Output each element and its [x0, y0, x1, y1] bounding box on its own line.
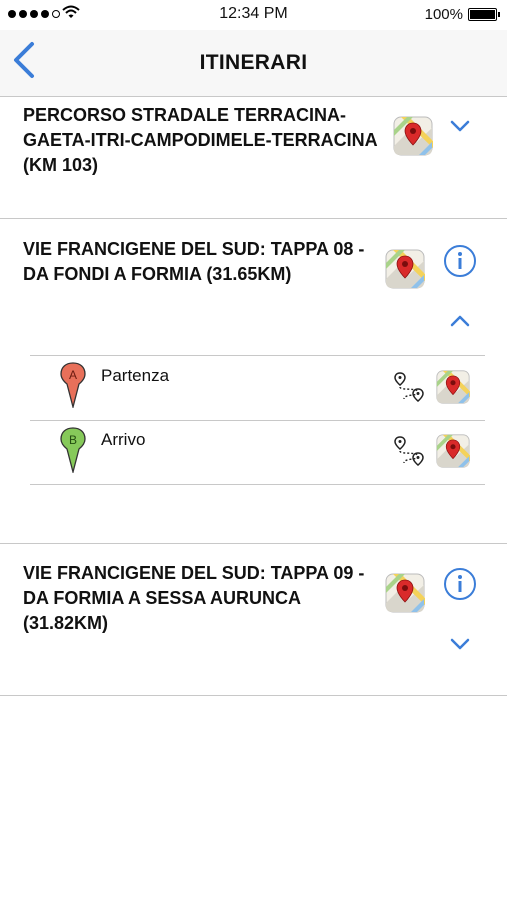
marker-b-icon: B: [60, 427, 86, 473]
stop-row-start[interactable]: A Partenza: [30, 356, 485, 421]
marker-a-icon: A: [60, 362, 86, 408]
map-icon[interactable]: [385, 573, 425, 613]
map-icon[interactable]: [385, 249, 425, 289]
stop-label: Arrivo: [101, 430, 146, 449]
svg-text:A: A: [69, 368, 77, 382]
stop-label: Partenza: [101, 366, 170, 385]
map-icon[interactable]: [436, 434, 470, 468]
route-icon[interactable]: [394, 370, 424, 402]
itinerary-title: VIE FRANCIGENE DEL SUD: TAPPA 08 - DA FO…: [23, 239, 365, 284]
stop-row-end[interactable]: B Arrivo: [30, 421, 485, 485]
itinerary-title: PERCORSO STRADALE TERRACINA-GAETA-ITRI-C…: [23, 105, 377, 175]
map-icon[interactable]: [393, 116, 433, 156]
page-title: ITINERARI: [199, 51, 308, 74]
chevron-up-icon[interactable]: [450, 314, 470, 328]
status-bar: 12:34 PM 100%: [0, 0, 507, 30]
navigation-bar: ITINERARI: [0, 30, 507, 97]
chevron-down-icon[interactable]: [450, 119, 470, 133]
battery-icon: [468, 8, 500, 21]
svg-text:B: B: [69, 433, 77, 447]
itinerary-item[interactable]: VIE FRANCIGENE DEL SUD: TAPPA 09 - DA FO…: [0, 544, 507, 696]
itinerary-title: VIE FRANCIGENE DEL SUD: TAPPA 09 - DA FO…: [23, 563, 365, 633]
map-icon[interactable]: [436, 370, 470, 404]
chevron-down-icon[interactable]: [450, 637, 470, 651]
route-icon[interactable]: [394, 434, 424, 466]
info-icon[interactable]: [443, 244, 477, 278]
battery-percentage: 100%: [424, 6, 463, 23]
itinerary-item[interactable]: PERCORSO STRADALE TERRACINA-GAETA-ITRI-C…: [0, 97, 507, 219]
info-icon[interactable]: [443, 567, 477, 601]
